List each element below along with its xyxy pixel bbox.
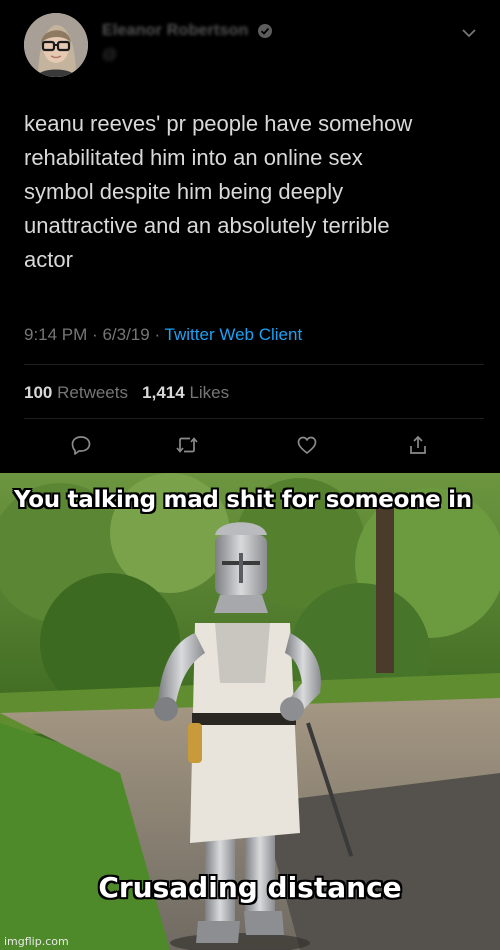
- author-block: Eleanor Robertson @: [102, 22, 273, 63]
- avatar[interactable]: [24, 13, 88, 77]
- meme-bottom-caption: Crusading distance: [98, 871, 402, 904]
- meme-image: You talking mad shit for someone in Crus…: [0, 473, 500, 950]
- likes-stat[interactable]: 1,414 Likes: [142, 383, 229, 402]
- author-name[interactable]: Eleanor Robertson: [102, 22, 249, 39]
- reply-button[interactable]: [68, 432, 94, 458]
- tweet-text-line: symbol despite him being deeply: [24, 179, 344, 204]
- tweet-text-line: actor: [24, 247, 73, 272]
- screenshot-root: Eleanor Robertson @ keanu reeves' pr peo…: [0, 0, 500, 950]
- tweet-time[interactable]: 9:14 PM: [24, 325, 87, 344]
- heart-icon: [297, 436, 317, 454]
- meta-separator: ·: [92, 325, 98, 344]
- reply-icon: [71, 436, 91, 455]
- share-button[interactable]: [405, 432, 431, 458]
- tweet-stats: 100 Retweets 1,414 Likes: [24, 383, 229, 403]
- retweets-label: Retweets: [57, 383, 128, 402]
- meta-separator: ·: [154, 325, 161, 344]
- tweet-text-line: keanu reeves' pr people have somehow: [24, 111, 413, 136]
- retweet-icon: [176, 437, 198, 453]
- tweet-date[interactable]: 6/3/19: [102, 325, 149, 344]
- tweet-card: Eleanor Robertson @ keanu reeves' pr peo…: [0, 0, 500, 470]
- retweets-count: 100: [24, 383, 53, 402]
- chevron-down-icon[interactable]: [460, 24, 478, 42]
- meme-top-caption: You talking mad shit for someone in: [14, 487, 472, 513]
- retweet-button[interactable]: [174, 432, 200, 458]
- tweet-text: keanu reeves' pr people have somehow reh…: [24, 107, 484, 277]
- imgflip-watermark: imgflip.com: [4, 935, 69, 948]
- divider: [24, 364, 484, 365]
- tweet-text-line: rehabilitated him into an online sex: [24, 145, 363, 170]
- tweet-client-link[interactable]: Twitter Web Client: [165, 325, 303, 344]
- tweet-text-line: unattractive and an absolutely terrible: [24, 213, 390, 238]
- verified-badge-icon: [258, 23, 272, 38]
- like-button[interactable]: [294, 432, 320, 458]
- share-icon: [410, 435, 426, 454]
- divider: [24, 418, 484, 419]
- author-handle[interactable]: @: [102, 46, 273, 63]
- tweet-meta: 9:14 PM · 6/3/19 · Twitter Web Client: [24, 325, 302, 345]
- retweets-stat[interactable]: 100 Retweets: [24, 383, 128, 402]
- likes-label: Likes: [189, 383, 230, 402]
- likes-count: 1,414: [142, 383, 185, 402]
